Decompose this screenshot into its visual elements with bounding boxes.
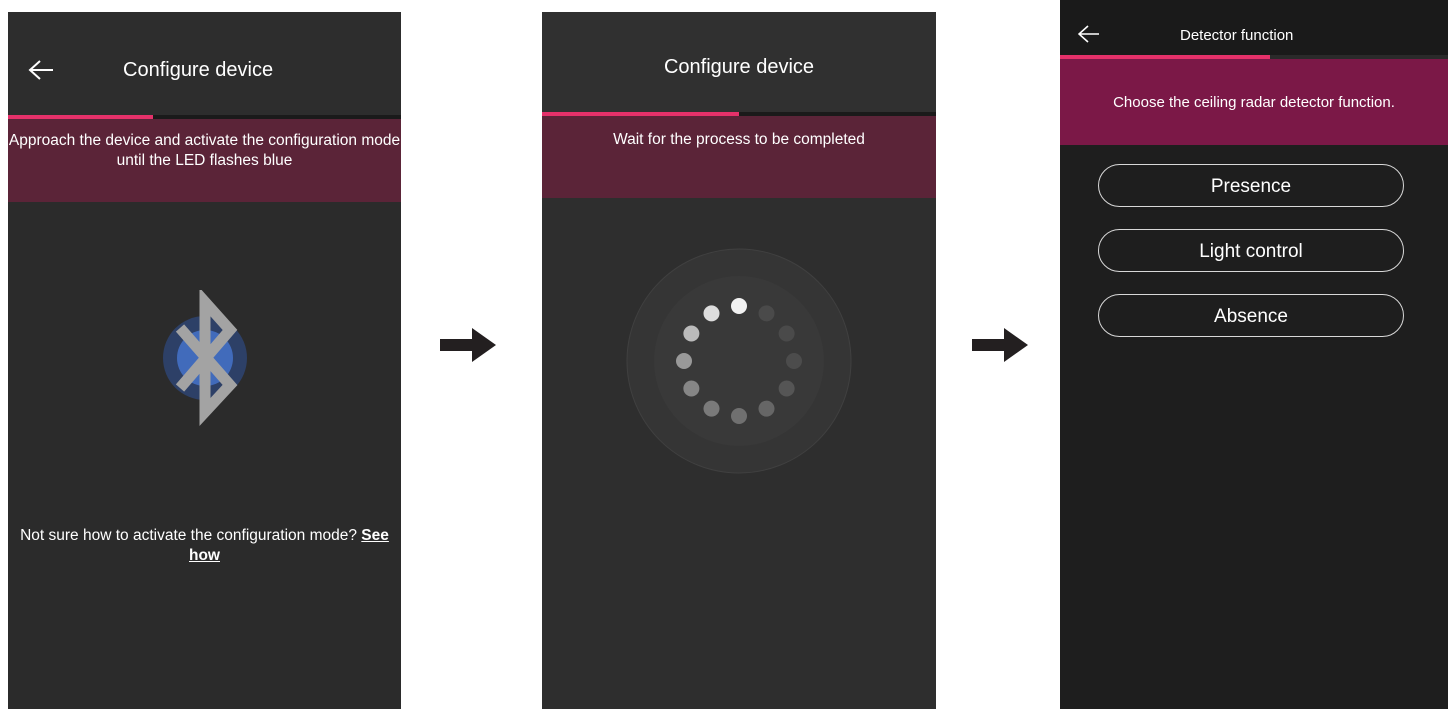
arrow-right-icon	[440, 328, 496, 362]
spinner-dot	[703, 400, 720, 417]
hint-text: Not sure how to activate the configurati…	[20, 527, 357, 544]
back-arrow-icon[interactable]	[1078, 25, 1100, 43]
spinner-dot	[676, 353, 692, 369]
header-bar: Detector function	[1060, 0, 1448, 56]
instruction-banner: Choose the ceiling radar detector functi…	[1060, 59, 1448, 145]
arrow-right-icon	[972, 328, 1028, 362]
help-hint: Not sure how to activate the configurati…	[8, 526, 401, 566]
spinner-dot	[683, 325, 700, 342]
option-light-control-button[interactable]: Light control	[1098, 229, 1404, 272]
back-arrow-icon[interactable]	[28, 59, 54, 81]
spinner-dot	[786, 353, 802, 369]
instruction-banner: Approach the device and activate the con…	[8, 119, 401, 202]
spinner-dot	[731, 408, 747, 424]
screen-detector-function: Detector function Choose the ceiling rad…	[1060, 0, 1448, 709]
spinner-dot	[778, 380, 795, 397]
header-bar: Configure device	[8, 12, 401, 115]
spinner-dot	[731, 298, 747, 314]
header-bar: Configure device	[542, 12, 936, 112]
spinner-dot	[703, 305, 720, 322]
status-banner: Wait for the process to be completed	[542, 116, 936, 198]
page-title: Configure device	[663, 56, 815, 78]
spinner-dot	[758, 400, 775, 417]
screen-configuring: Configure device Wait for the process to…	[542, 12, 936, 709]
spinner-dot	[758, 305, 775, 322]
bluetooth-icon	[163, 290, 247, 427]
loading-spinner	[626, 248, 852, 474]
spinner-dot	[683, 380, 700, 397]
spinner-dot	[778, 325, 795, 342]
option-presence-button[interactable]: Presence	[1098, 164, 1404, 207]
screen-configure-device: Configure device Approach the device and…	[8, 12, 401, 709]
page-title: Configure device	[123, 59, 274, 81]
page-title: Detector function	[1180, 27, 1294, 44]
option-absence-button[interactable]: Absence	[1098, 294, 1404, 337]
